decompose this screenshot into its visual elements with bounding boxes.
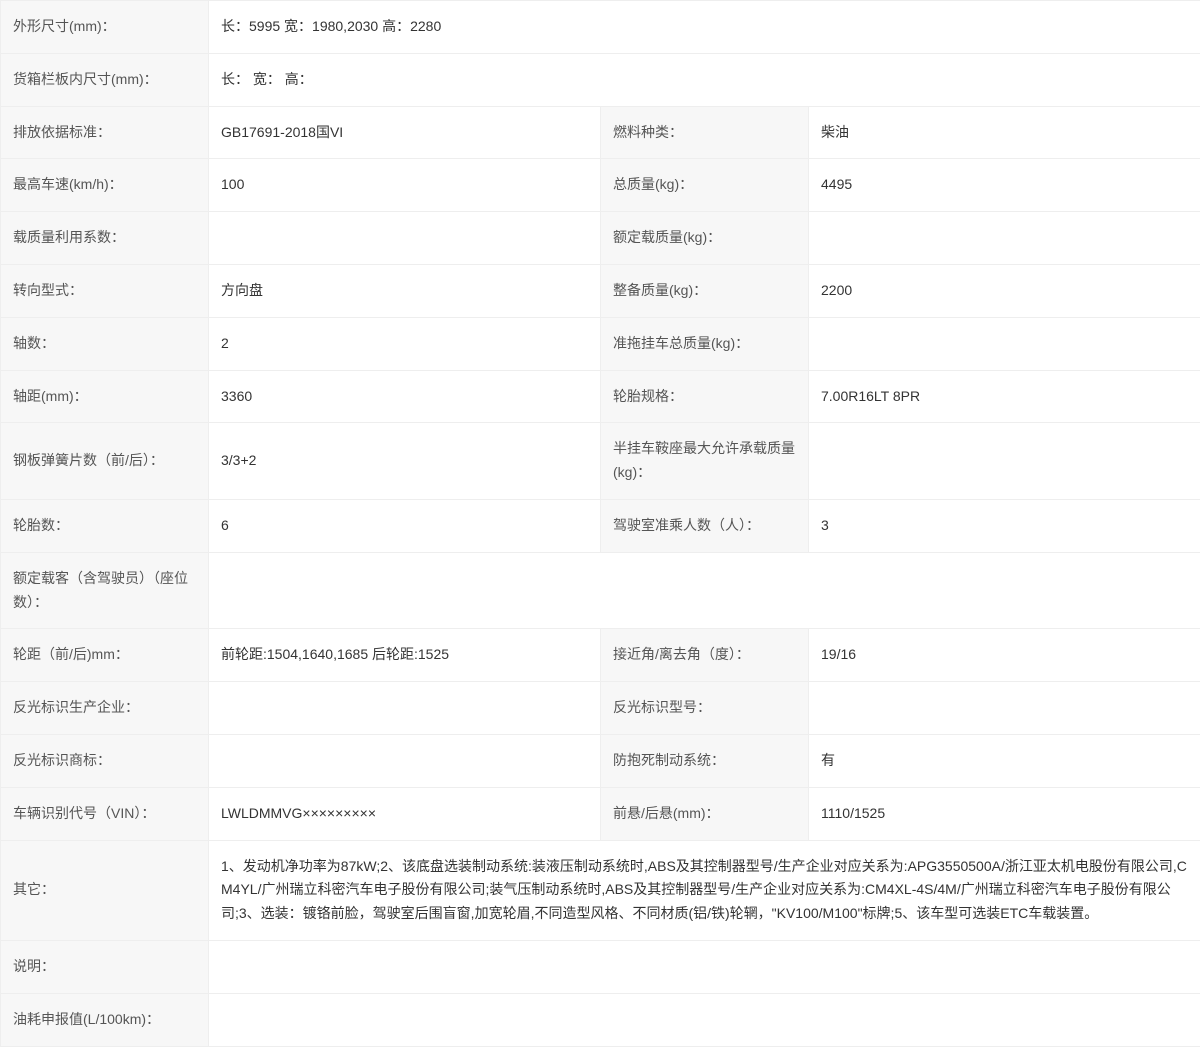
spec-value: 19/16 (809, 629, 1200, 682)
spec-value (209, 940, 1200, 993)
spec-label: 钢板弹簧片数（前/后）： (1, 423, 209, 500)
table-row: 最高车速(km/h)：100总质量(kg)：4495 (1, 159, 1200, 212)
spec-value (209, 552, 1200, 629)
spec-value: 有 (809, 734, 1200, 787)
table-row: 油耗申报值(L/100km)： (1, 993, 1200, 1046)
table-row: 轮胎数：6驾驶室准乘人数（人）：3 (1, 499, 1200, 552)
spec-value: 3 (809, 499, 1200, 552)
spec-label: 车辆识别代号（VIN）： (1, 787, 209, 840)
spec-label: 半挂车鞍座最大允许承载质量(kg)： (601, 423, 809, 500)
spec-value: 长： 宽： 高： (209, 53, 1200, 106)
spec-value: 长：5995 宽：1980,2030 高：2280 (209, 1, 1200, 54)
table-row: 其它：1、发动机净功率为87kW;2、该底盘选装制动系统:装液压制动系统时,AB… (1, 840, 1200, 940)
spec-value: 方向盘 (209, 264, 601, 317)
spec-value: 6 (209, 499, 601, 552)
spec-value: 2 (209, 317, 601, 370)
spec-label: 额定载质量(kg)： (601, 212, 809, 265)
spec-value: 柴油 (809, 106, 1200, 159)
table-row: 载质量利用系数： 额定载质量(kg)： (1, 212, 1200, 265)
spec-value (209, 212, 601, 265)
spec-label: 轮胎规格： (601, 370, 809, 423)
spec-label: 额定载客（含驾驶员）（座位数）： (1, 552, 209, 629)
table-row: 轴距(mm)：3360轮胎规格：7.00R16LT 8PR (1, 370, 1200, 423)
spec-value: 1110/1525 (809, 787, 1200, 840)
spec-label: 反光标识生产企业： (1, 682, 209, 735)
spec-label: 轴数： (1, 317, 209, 370)
table-row: 货箱栏板内尺寸(mm)：长： 宽： 高： (1, 53, 1200, 106)
spec-label: 整备质量(kg)： (601, 264, 809, 317)
spec-label: 总质量(kg)： (601, 159, 809, 212)
spec-label: 防抱死制动系统： (601, 734, 809, 787)
spec-table: 外形尺寸(mm)：长：5995 宽：1980,2030 高：2280货箱栏板内尺… (0, 0, 1200, 1047)
spec-value (209, 682, 601, 735)
spec-value (809, 682, 1200, 735)
spec-value: 3/3+2 (209, 423, 601, 500)
spec-value: GB17691-2018国VI (209, 106, 601, 159)
spec-label: 货箱栏板内尺寸(mm)： (1, 53, 209, 106)
spec-label: 外形尺寸(mm)： (1, 1, 209, 54)
spec-value (209, 734, 601, 787)
spec-label: 最高车速(km/h)： (1, 159, 209, 212)
spec-label: 反光标识商标： (1, 734, 209, 787)
spec-value: 3360 (209, 370, 601, 423)
spec-label: 轴距(mm)： (1, 370, 209, 423)
spec-label: 燃料种类： (601, 106, 809, 159)
spec-label: 其它： (1, 840, 209, 940)
spec-value: 100 (209, 159, 601, 212)
table-row: 车辆识别代号（VIN）：LWLDMMVG×××××××××前悬/后悬(mm)：1… (1, 787, 1200, 840)
spec-value: LWLDMMVG××××××××× (209, 787, 601, 840)
table-row: 排放依据标准：GB17691-2018国VI燃料种类：柴油 (1, 106, 1200, 159)
spec-label: 轮距（前/后)mm： (1, 629, 209, 682)
table-row: 说明： (1, 940, 1200, 993)
spec-label: 接近角/离去角（度）： (601, 629, 809, 682)
spec-label: 反光标识型号： (601, 682, 809, 735)
table-row: 反光标识商标： 防抱死制动系统：有 (1, 734, 1200, 787)
spec-label: 排放依据标准： (1, 106, 209, 159)
spec-value (809, 423, 1200, 500)
table-row: 额定载客（含驾驶员）（座位数）： (1, 552, 1200, 629)
spec-label: 驾驶室准乘人数（人）： (601, 499, 809, 552)
spec-value: 7.00R16LT 8PR (809, 370, 1200, 423)
spec-value (809, 212, 1200, 265)
spec-label: 轮胎数： (1, 499, 209, 552)
spec-label: 前悬/后悬(mm)： (601, 787, 809, 840)
spec-value: 前轮距:1504,1640,1685 后轮距:1525 (209, 629, 601, 682)
table-row: 外形尺寸(mm)：长：5995 宽：1980,2030 高：2280 (1, 1, 1200, 54)
table-row: 轴数：2准拖挂车总质量(kg)： (1, 317, 1200, 370)
spec-value (209, 993, 1200, 1046)
table-row: 钢板弹簧片数（前/后）：3/3+2半挂车鞍座最大允许承载质量(kg)： (1, 423, 1200, 500)
table-row: 轮距（前/后)mm：前轮距:1504,1640,1685 后轮距:1525接近角… (1, 629, 1200, 682)
spec-value: 4495 (809, 159, 1200, 212)
spec-label: 准拖挂车总质量(kg)： (601, 317, 809, 370)
spec-label: 油耗申报值(L/100km)： (1, 993, 209, 1046)
spec-value (809, 317, 1200, 370)
spec-label: 说明： (1, 940, 209, 993)
spec-value: 1、发动机净功率为87kW;2、该底盘选装制动系统:装液压制动系统时,ABS及其… (209, 840, 1200, 940)
table-row: 转向型式：方向盘整备质量(kg)：2200 (1, 264, 1200, 317)
table-row: 反光标识生产企业： 反光标识型号： (1, 682, 1200, 735)
spec-value: 2200 (809, 264, 1200, 317)
spec-label: 载质量利用系数： (1, 212, 209, 265)
spec-label: 转向型式： (1, 264, 209, 317)
